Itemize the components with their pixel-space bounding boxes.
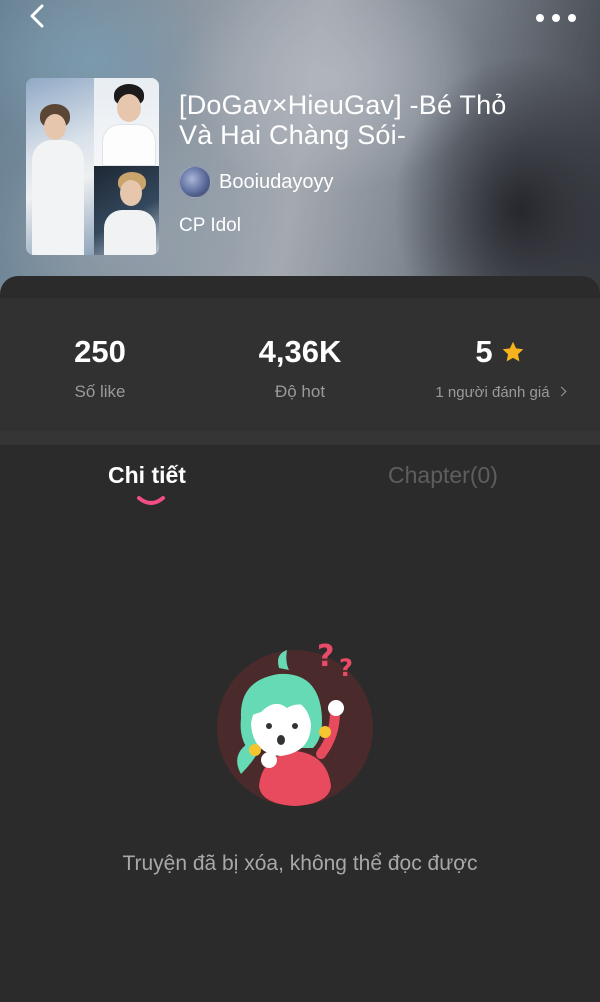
hot-label: Độ hot <box>274 382 326 401</box>
rating-count-link[interactable]: 1 người đánh giá <box>400 384 600 401</box>
chevron-left-icon <box>30 4 44 28</box>
story-category[interactable]: CP Idol <box>179 215 241 237</box>
story-cover-image[interactable] <box>26 78 159 255</box>
likes-label: Số like <box>74 382 126 401</box>
active-tab-indicator <box>137 496 165 505</box>
more-options-button[interactable] <box>536 8 576 28</box>
tab-details[interactable]: Chi tiết <box>108 462 186 489</box>
likes-count: 250 <box>74 334 126 369</box>
svg-text:?: ? <box>339 654 353 682</box>
stats-panel: 250 Số like 4,36K Độ hot 5 1 người đánh … <box>0 298 600 431</box>
tab-chapters[interactable]: Chapter(0) <box>388 462 498 489</box>
chevron-right-icon <box>556 386 567 397</box>
author-link[interactable]: Booiudayoyy <box>179 166 334 198</box>
author-avatar <box>179 166 211 198</box>
story-title: [DoGav×HieuGav] -Bé Thỏ Và Hai Chàng Sói… <box>179 90 507 150</box>
deleted-story-message: Truyện đã bị xóa, không thể đọc được <box>122 852 478 875</box>
confused-girl-illustration: ? ? <box>217 639 373 806</box>
rating-value: 5 <box>475 334 493 369</box>
stat-likes: 250 Số like <box>0 298 200 431</box>
rating-value-row: 5 <box>400 334 600 370</box>
svg-text:?: ? <box>317 639 334 674</box>
author-name: Booiudayoyy <box>219 170 334 193</box>
hot-count: 4,36K <box>258 334 342 369</box>
cover-panel-bottom-right <box>94 166 159 255</box>
stat-hot: 4,36K Độ hot <box>200 298 400 431</box>
tab-separator <box>0 431 600 445</box>
cover-panel-top-right <box>94 78 159 166</box>
star-icon <box>502 341 523 362</box>
cover-panel-left <box>26 78 94 255</box>
stat-rating[interactable]: 5 1 người đánh giá <box>400 298 600 431</box>
rating-count-label: 1 người đánh giá <box>435 384 550 401</box>
back-button[interactable] <box>22 2 58 38</box>
more-horizontal-icon <box>536 14 544 22</box>
story-hero-banner: [DoGav×HieuGav] -Bé Thỏ Và Hai Chàng Sói… <box>0 0 600 300</box>
